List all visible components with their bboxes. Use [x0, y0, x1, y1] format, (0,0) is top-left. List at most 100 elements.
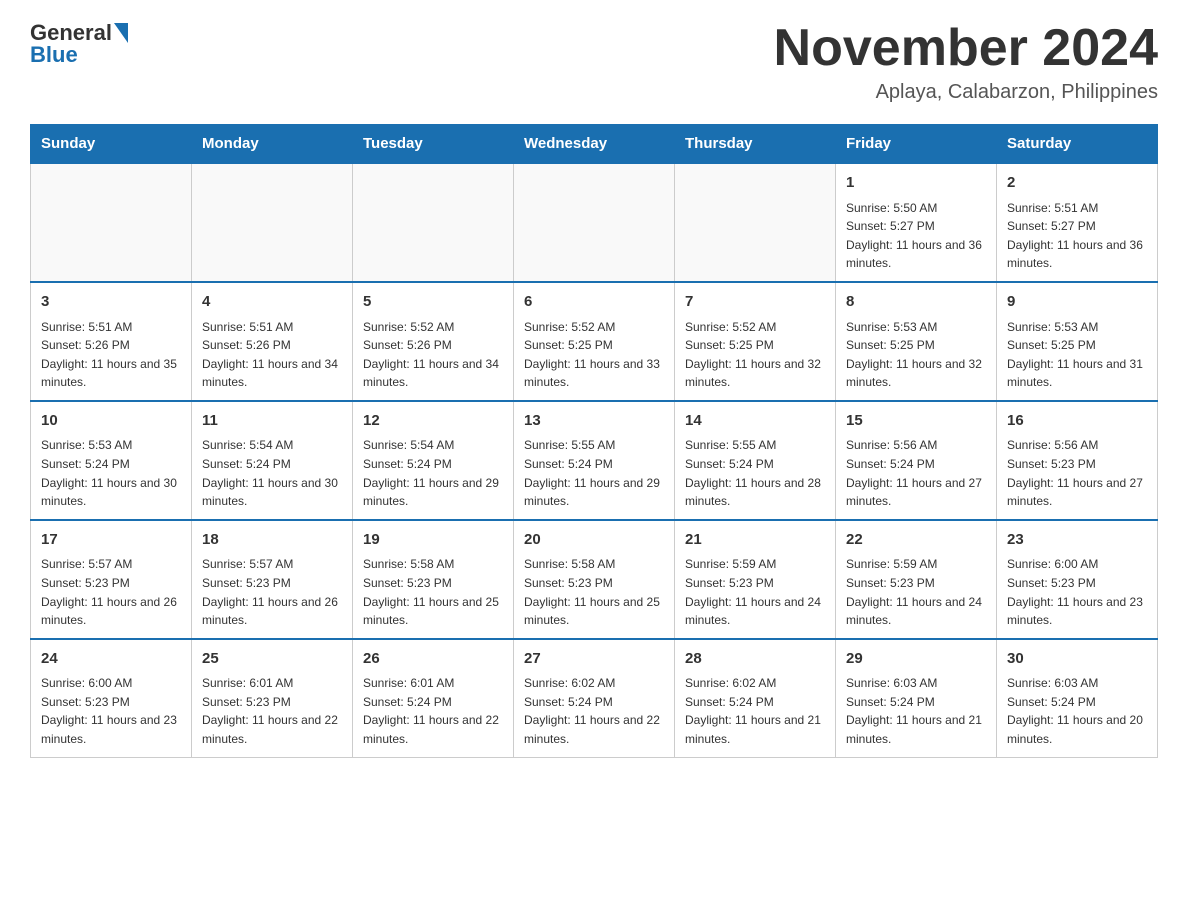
weekday-header-sunday: Sunday — [31, 125, 192, 164]
day-info: Sunrise: 5:58 AM Sunset: 5:23 PM Dayligh… — [363, 555, 503, 629]
calendar-cell: 14Sunrise: 5:55 AM Sunset: 5:24 PM Dayli… — [675, 401, 836, 520]
day-info: Sunrise: 6:01 AM Sunset: 5:24 PM Dayligh… — [363, 674, 503, 748]
weekday-header-wednesday: Wednesday — [514, 125, 675, 164]
day-number: 22 — [846, 529, 986, 552]
weekday-header-monday: Monday — [192, 125, 353, 164]
weekday-header-saturday: Saturday — [997, 125, 1158, 164]
calendar-cell: 8Sunrise: 5:53 AM Sunset: 5:25 PM Daylig… — [836, 282, 997, 401]
day-info: Sunrise: 5:55 AM Sunset: 5:24 PM Dayligh… — [685, 436, 825, 510]
calendar-cell — [353, 163, 514, 282]
day-info: Sunrise: 5:51 AM Sunset: 5:26 PM Dayligh… — [202, 318, 342, 392]
day-info: Sunrise: 6:03 AM Sunset: 5:24 PM Dayligh… — [846, 674, 986, 748]
page-header: General Blue November 2024 Aplaya, Calab… — [30, 20, 1158, 104]
day-number: 16 — [1007, 410, 1147, 433]
calendar-week-row: 24 Sunrise: 6:00 AM Sunset: 5:23 PM Dayli… — [31, 639, 1158, 757]
calendar-cell: 25 Sunrise: 6:01 AM Sunset: 5:23 PM Dayli… — [192, 639, 353, 757]
calendar-cell: 22 Sunrise: 5:59 AM Sunset: 5:23 PM Dayli… — [836, 520, 997, 639]
day-number: 30 — [1007, 648, 1147, 671]
day-info: Sunrise: 6:01 AM Sunset: 5:23 PM Dayligh… — [202, 674, 342, 748]
calendar-cell: 6Sunrise: 5:52 AM Sunset: 5:25 PM Daylig… — [514, 282, 675, 401]
weekday-header-tuesday: Tuesday — [353, 125, 514, 164]
day-number: 15 — [846, 410, 986, 433]
day-info: Sunrise: 6:02 AM Sunset: 5:24 PM Dayligh… — [685, 674, 825, 748]
day-number: 21 — [685, 529, 825, 552]
day-number: 20 — [524, 529, 664, 552]
calendar-cell: 19 Sunrise: 5:58 AM Sunset: 5:23 PM Dayli… — [353, 520, 514, 639]
calendar-cell: 1Sunrise: 5:50 AM Sunset: 5:27 PM Daylig… — [836, 163, 997, 282]
calendar-cell: 28 Sunrise: 6:02 AM Sunset: 5:24 PM Dayli… — [675, 639, 836, 757]
calendar-cell: 29 Sunrise: 6:03 AM Sunset: 5:24 PM Dayli… — [836, 639, 997, 757]
calendar-cell: 12 Sunrise: 5:54 AM Sunset: 5:24 PM Dayli… — [353, 401, 514, 520]
calendar-table: SundayMondayTuesdayWednesdayThursdayFrid… — [30, 124, 1158, 757]
day-number: 5 — [363, 291, 503, 314]
day-info: Sunrise: 5:59 AM Sunset: 5:23 PM Dayligh… — [685, 555, 825, 629]
calendar-cell: 20 Sunrise: 5:58 AM Sunset: 5:23 PM Dayli… — [514, 520, 675, 639]
calendar-cell: 23Sunrise: 6:00 AM Sunset: 5:23 PM Dayli… — [997, 520, 1158, 639]
day-number: 10 — [41, 410, 181, 433]
calendar-cell — [675, 163, 836, 282]
day-info: Sunrise: 5:51 AM Sunset: 5:27 PM Dayligh… — [1007, 199, 1147, 273]
day-number: 28 — [685, 648, 825, 671]
day-number: 9 — [1007, 291, 1147, 314]
calendar-cell: 26 Sunrise: 6:01 AM Sunset: 5:24 PM Dayli… — [353, 639, 514, 757]
calendar-cell — [192, 163, 353, 282]
day-info: Sunrise: 5:52 AM Sunset: 5:26 PM Dayligh… — [363, 318, 503, 392]
day-number: 2 — [1007, 172, 1147, 195]
day-info: Sunrise: 5:53 AM Sunset: 5:25 PM Dayligh… — [1007, 318, 1147, 392]
day-number: 27 — [524, 648, 664, 671]
calendar-cell: 24 Sunrise: 6:00 AM Sunset: 5:23 PM Dayli… — [31, 639, 192, 757]
calendar-cell: 27 Sunrise: 6:02 AM Sunset: 5:24 PM Dayli… — [514, 639, 675, 757]
calendar-cell: 5 Sunrise: 5:52 AM Sunset: 5:26 PM Daylig… — [353, 282, 514, 401]
day-number: 17 — [41, 529, 181, 552]
day-info: Sunrise: 5:51 AM Sunset: 5:26 PM Dayligh… — [41, 318, 181, 392]
day-number: 3 — [41, 291, 181, 314]
calendar-cell: 30Sunrise: 6:03 AM Sunset: 5:24 PM Dayli… — [997, 639, 1158, 757]
day-number: 26 — [363, 648, 503, 671]
day-number: 6 — [524, 291, 664, 314]
calendar-cell: 13 Sunrise: 5:55 AM Sunset: 5:24 PM Dayli… — [514, 401, 675, 520]
title-area: November 2024 Aplaya, Calabarzon, Philip… — [774, 20, 1158, 104]
day-info: Sunrise: 5:52 AM Sunset: 5:25 PM Dayligh… — [685, 318, 825, 392]
day-number: 7 — [685, 291, 825, 314]
day-info: Sunrise: 5:56 AM Sunset: 5:24 PM Dayligh… — [846, 436, 986, 510]
day-number: 13 — [524, 410, 664, 433]
calendar-cell: 4Sunrise: 5:51 AM Sunset: 5:26 PM Daylig… — [192, 282, 353, 401]
day-info: Sunrise: 5:57 AM Sunset: 5:23 PM Dayligh… — [202, 555, 342, 629]
calendar-week-row: 10 Sunrise: 5:53 AM Sunset: 5:24 PM Dayli… — [31, 401, 1158, 520]
day-info: Sunrise: 6:02 AM Sunset: 5:24 PM Dayligh… — [524, 674, 664, 748]
day-number: 12 — [363, 410, 503, 433]
day-number: 29 — [846, 648, 986, 671]
day-info: Sunrise: 5:56 AM Sunset: 5:23 PM Dayligh… — [1007, 436, 1147, 510]
logo: General Blue — [30, 20, 128, 68]
calendar-cell: 10 Sunrise: 5:53 AM Sunset: 5:24 PM Dayli… — [31, 401, 192, 520]
day-number: 25 — [202, 648, 342, 671]
day-info: Sunrise: 5:55 AM Sunset: 5:24 PM Dayligh… — [524, 436, 664, 510]
day-info: Sunrise: 5:54 AM Sunset: 5:24 PM Dayligh… — [202, 436, 342, 510]
calendar-cell — [514, 163, 675, 282]
calendar-cell: 11Sunrise: 5:54 AM Sunset: 5:24 PM Dayli… — [192, 401, 353, 520]
location-subtitle: Aplaya, Calabarzon, Philippines — [774, 81, 1158, 104]
day-info: Sunrise: 5:54 AM Sunset: 5:24 PM Dayligh… — [363, 436, 503, 510]
calendar-cell: 16 Sunrise: 5:56 AM Sunset: 5:23 PM Dayli… — [997, 401, 1158, 520]
day-number: 19 — [363, 529, 503, 552]
day-number: 1 — [846, 172, 986, 195]
calendar-cell: 15 Sunrise: 5:56 AM Sunset: 5:24 PM Dayli… — [836, 401, 997, 520]
day-number: 23 — [1007, 529, 1147, 552]
weekday-header-thursday: Thursday — [675, 125, 836, 164]
calendar-week-row: 1Sunrise: 5:50 AM Sunset: 5:27 PM Daylig… — [31, 163, 1158, 282]
logo-triangle-icon — [114, 23, 128, 43]
month-title: November 2024 — [774, 20, 1158, 77]
day-number: 24 — [41, 648, 181, 671]
calendar-cell: 17Sunrise: 5:57 AM Sunset: 5:23 PM Dayli… — [31, 520, 192, 639]
calendar-cell — [31, 163, 192, 282]
weekday-header-row: SundayMondayTuesdayWednesdayThursdayFrid… — [31, 125, 1158, 164]
day-info: Sunrise: 6:00 AM Sunset: 5:23 PM Dayligh… — [41, 674, 181, 748]
calendar-cell: 3 Sunrise: 5:51 AM Sunset: 5:26 PM Daylig… — [31, 282, 192, 401]
day-info: Sunrise: 5:53 AM Sunset: 5:24 PM Dayligh… — [41, 436, 181, 510]
day-info: Sunrise: 5:58 AM Sunset: 5:23 PM Dayligh… — [524, 555, 664, 629]
calendar-cell: 7 Sunrise: 5:52 AM Sunset: 5:25 PM Daylig… — [675, 282, 836, 401]
day-info: Sunrise: 5:53 AM Sunset: 5:25 PM Dayligh… — [846, 318, 986, 392]
day-info: Sunrise: 5:59 AM Sunset: 5:23 PM Dayligh… — [846, 555, 986, 629]
calendar-cell: 21 Sunrise: 5:59 AM Sunset: 5:23 PM Dayli… — [675, 520, 836, 639]
calendar-week-row: 17 Sunrise: 5:57 AM Sunset: 5:23 PM Dayli… — [31, 520, 1158, 639]
